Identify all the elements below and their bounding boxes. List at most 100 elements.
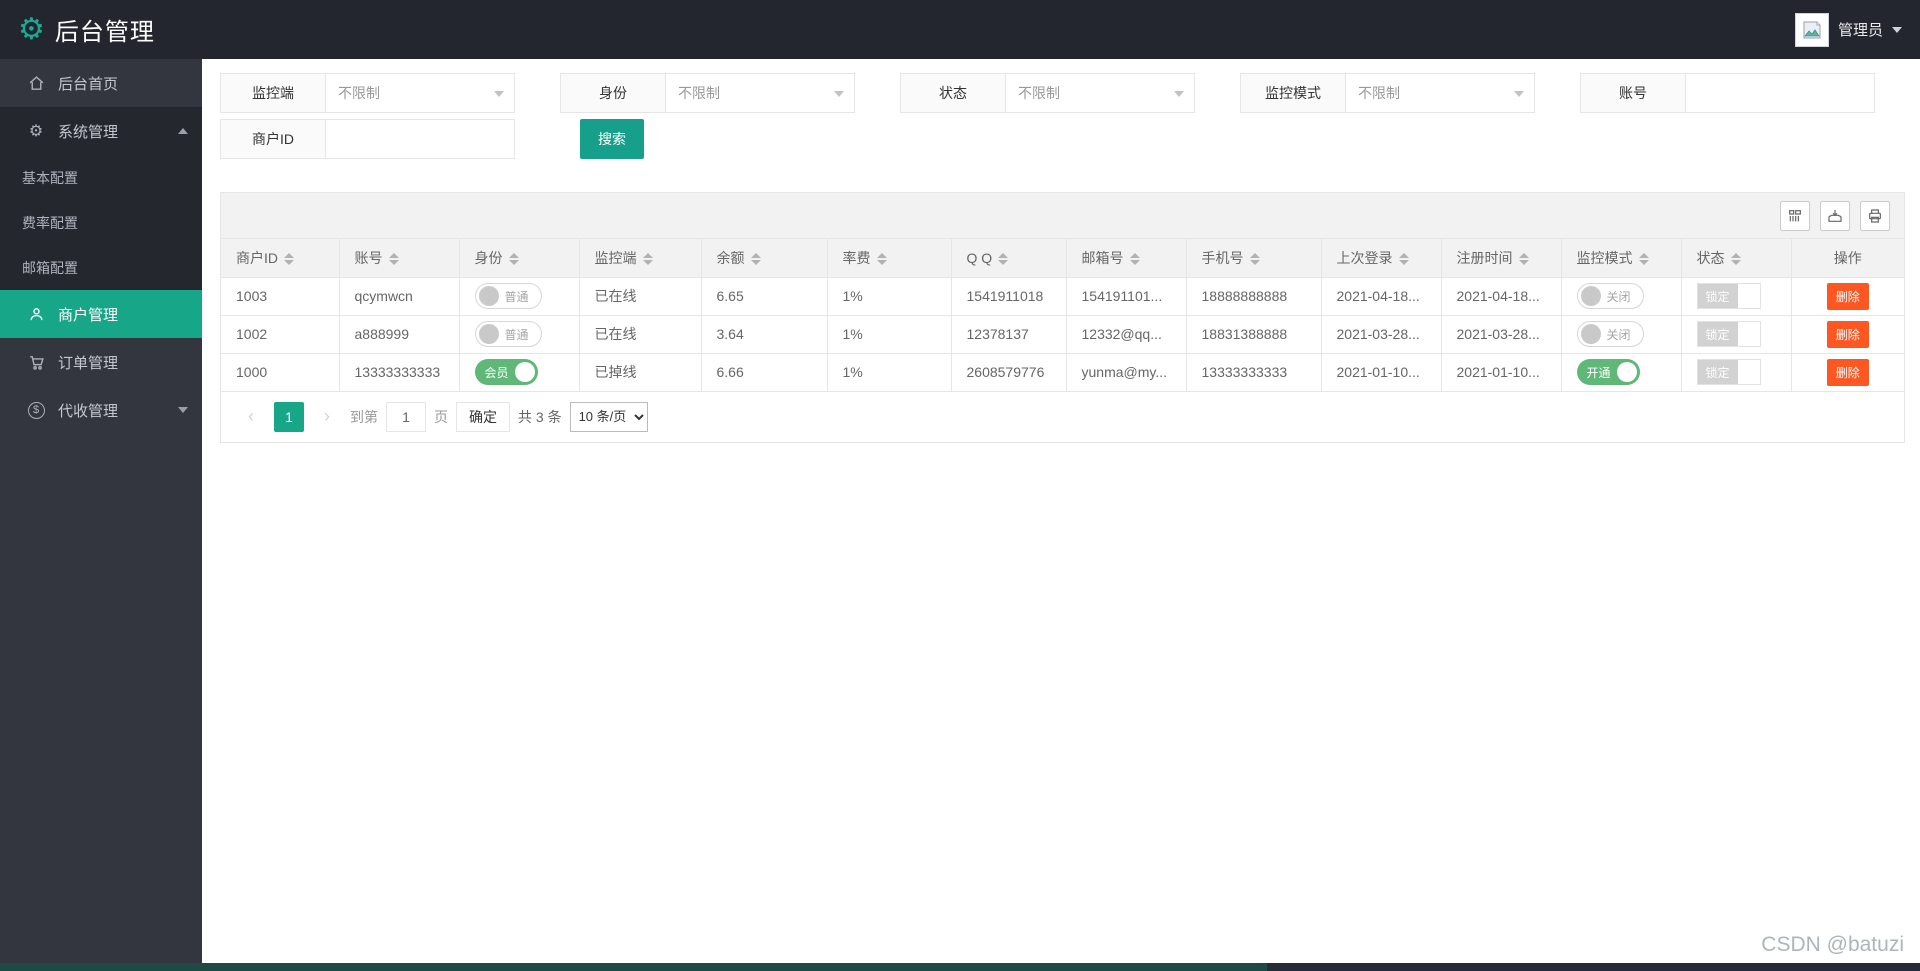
print-icon[interactable] xyxy=(1860,200,1890,231)
lock-status-toggle[interactable]: 锁定 xyxy=(1696,283,1761,309)
sidebar-item-collections[interactable]: $ 代收管理 xyxy=(0,386,202,434)
sidebar-item-label: 后台首页 xyxy=(58,75,119,93)
identity-toggle[interactable]: 普通 xyxy=(474,321,542,347)
col-monitor-client: 监控端 xyxy=(579,239,702,278)
sort-icon[interactable] xyxy=(284,253,294,266)
sidebar-item-label: 代收管理 xyxy=(58,402,119,420)
sort-icon[interactable] xyxy=(1249,253,1260,266)
sort-icon[interactable] xyxy=(1129,253,1140,266)
filter-status: 状态 不限制 xyxy=(900,73,1195,113)
col-identity: 身份 xyxy=(459,239,580,278)
cell-email: 154191101... xyxy=(1066,277,1187,316)
chevron-down-icon xyxy=(494,91,504,97)
confirm-button[interactable]: 确定 xyxy=(456,401,510,432)
merchant-id-input[interactable] xyxy=(326,120,514,158)
table-row: 1002 a888999 普通 已在线 3.64 1% 12378137 123… xyxy=(221,315,1904,354)
col-merchant-id: 商户ID xyxy=(221,239,340,278)
user-menu[interactable]: 管理员 xyxy=(1794,12,1902,47)
col-rate: 率费 xyxy=(827,239,952,278)
sidebar-subitem-mail-config[interactable]: 邮箱配置 xyxy=(0,245,202,290)
monitor-client-select[interactable]: 不限制 xyxy=(326,74,514,112)
sidebar-item-system[interactable]: ⚙ 系统管理 xyxy=(0,107,202,155)
filter-merchant-id: 商户ID xyxy=(220,119,515,159)
sort-icon[interactable] xyxy=(876,253,887,266)
gear-logo-icon: ⚙ xyxy=(18,12,45,46)
cell-balance: 3.64 xyxy=(701,315,828,354)
sort-icon[interactable] xyxy=(1638,253,1649,266)
identity-select[interactable]: 不限制 xyxy=(666,74,854,112)
delete-button[interactable]: 删除 xyxy=(1826,358,1869,386)
sort-icon[interactable] xyxy=(1398,253,1409,266)
filter-monitor-client: 监控端 不限制 xyxy=(220,73,515,113)
cell-qq: 2608579776 xyxy=(951,353,1067,392)
page-word-label: 页 xyxy=(434,408,448,425)
search-button[interactable]: 搜索 xyxy=(580,119,644,159)
monitor-mode-toggle[interactable]: 关闭 xyxy=(1576,283,1644,309)
page-number-button[interactable]: 1 xyxy=(274,401,304,432)
chevron-down-icon xyxy=(1892,26,1902,33)
filter-columns-icon[interactable] xyxy=(1780,200,1810,231)
filter-monitor-mode: 监控模式 不限制 xyxy=(1240,73,1535,113)
sort-icon[interactable] xyxy=(1730,253,1741,266)
next-page-icon[interactable]: › xyxy=(312,402,342,432)
account-input[interactable] xyxy=(1686,74,1874,112)
dollar-icon: $ xyxy=(26,401,46,419)
cell-phone: 13333333333 xyxy=(1186,353,1322,392)
page-size-select[interactable]: 10 条/页 xyxy=(569,401,648,432)
chevron-down-icon xyxy=(1514,91,1524,97)
cell-email: yunma@my... xyxy=(1066,353,1187,392)
sidebar-item-label: 商户管理 xyxy=(58,306,119,324)
sidebar-item-orders[interactable]: 订单管理 xyxy=(0,338,202,386)
cell-account: qcymwcn xyxy=(339,277,460,316)
cell-monitor-client: 已在线 xyxy=(579,277,702,316)
export-icon[interactable] xyxy=(1820,200,1850,231)
cell-phone: 18831388888 xyxy=(1186,315,1322,354)
horizontal-scrollbar[interactable] xyxy=(0,963,1920,971)
identity-toggle[interactable]: 会员 xyxy=(474,359,538,385)
sidebar-item-label: 系统管理 xyxy=(58,123,119,141)
sidebar-item-merchants[interactable]: 商户管理 xyxy=(0,290,202,338)
user-name: 管理员 xyxy=(1837,22,1883,39)
col-qq: Q Q xyxy=(951,239,1067,278)
chevron-down-icon xyxy=(178,407,188,413)
filter-row-1: 监控端 不限制 身份 不限制 状态 不限制 监控模式 不限制 账号 xyxy=(220,73,1905,113)
col-actions: 操作 xyxy=(1791,239,1904,278)
sidebar-subitem-rate-config[interactable]: 费率配置 xyxy=(0,200,202,245)
sort-icon[interactable] xyxy=(750,253,761,266)
cell-rate: 1% xyxy=(827,315,952,354)
lock-status-toggle[interactable]: 锁定 xyxy=(1696,321,1761,347)
cell-last-login: 2021-01-10... xyxy=(1321,353,1442,392)
table-header: 商户ID 账号 身份 监控端 余额 率费 Q Q 邮箱号 手机号 上次登录 注册… xyxy=(221,239,1904,278)
sidebar: 后台首页 ⚙ 系统管理 基本配置 费率配置 邮箱配置 商户管理 订单管理 $ 代… xyxy=(0,59,202,963)
selected-value: 不限制 xyxy=(1018,85,1060,101)
pagination: ‹ 1 › 到第 页 确定 共 3 条 10 条/页 xyxy=(221,391,1904,442)
delete-button[interactable]: 删除 xyxy=(1826,320,1869,348)
home-icon xyxy=(26,75,46,92)
cell-last-login: 2021-03-28... xyxy=(1321,315,1442,354)
monitor-mode-toggle[interactable]: 开通 xyxy=(1576,359,1640,385)
monitor-mode-select[interactable]: 不限制 xyxy=(1346,74,1534,112)
status-select[interactable]: 不限制 xyxy=(1006,74,1194,112)
monitor-mode-toggle[interactable]: 关闭 xyxy=(1576,321,1644,347)
cell-merchant-id: 1003 xyxy=(221,277,340,316)
cell-register-time: 2021-04-18... xyxy=(1441,277,1562,316)
cell-email: 12332@qq... xyxy=(1066,315,1187,354)
sort-icon[interactable] xyxy=(642,253,653,266)
sort-icon[interactable] xyxy=(998,253,1009,266)
prev-page-icon[interactable]: ‹ xyxy=(236,402,266,432)
sidebar-subitem-basic-config[interactable]: 基本配置 xyxy=(0,155,202,200)
delete-button[interactable]: 删除 xyxy=(1826,282,1869,310)
filter-label: 身份 xyxy=(561,74,666,112)
merchant-table-card: 商户ID 账号 身份 监控端 余额 率费 Q Q 邮箱号 手机号 上次登录 注册… xyxy=(220,192,1905,443)
sort-icon[interactable] xyxy=(1518,253,1529,266)
sort-icon[interactable] xyxy=(388,253,399,266)
goto-page-input[interactable] xyxy=(386,401,426,432)
scrollbar-thumb[interactable] xyxy=(0,963,1268,971)
lock-status-toggle[interactable]: 锁定 xyxy=(1696,359,1761,385)
identity-toggle[interactable]: 普通 xyxy=(474,283,542,309)
sidebar-item-label: 订单管理 xyxy=(58,354,119,372)
watermark: CSDN @batuzi xyxy=(1761,933,1904,956)
table-toolbar xyxy=(221,193,1904,239)
sidebar-item-home[interactable]: 后台首页 xyxy=(0,59,202,107)
sort-icon[interactable] xyxy=(508,253,519,266)
